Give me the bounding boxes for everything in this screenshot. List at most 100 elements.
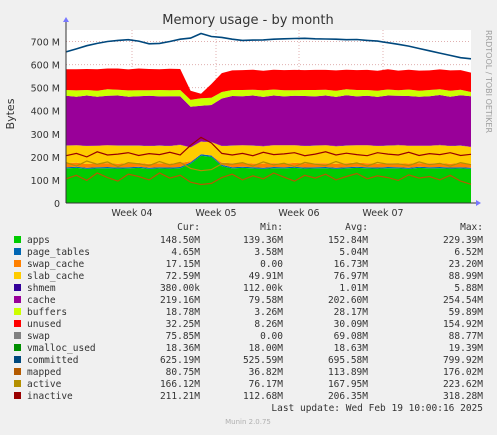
legend-swatch — [14, 368, 21, 375]
legend-label: active — [27, 379, 62, 390]
munin-version: Munin 2.0.75 — [225, 418, 271, 426]
legend-value: 148.50M — [160, 235, 200, 246]
y-tick-label: 700 M — [31, 38, 60, 49]
legend-value: 152.84M — [328, 235, 368, 246]
legend-label: mapped — [27, 367, 61, 378]
legend-value: 16.73M — [334, 259, 369, 270]
chart-title: Memory usage - by month — [162, 13, 333, 28]
y-axis-arrow — [63, 17, 69, 22]
legend-label: shmem — [27, 283, 56, 294]
legend-value: 4.65M — [171, 247, 200, 258]
munin-graph: Memory usage - by month RRDTOOL / TOBI O… — [0, 0, 497, 431]
y-tick-label: 200 M — [31, 153, 60, 164]
x-tick-label: Week 06 — [278, 208, 319, 219]
legend-swatch — [14, 320, 21, 327]
legend-value: 112.00k — [243, 283, 283, 294]
legend-label: apps — [27, 235, 50, 246]
y-axis-label: Bytes — [4, 98, 17, 129]
legend-label: swap — [27, 331, 50, 342]
legend-value: 3.26M — [254, 307, 283, 318]
legend-value: 79.58M — [249, 295, 284, 306]
legend-value: 32.25M — [166, 319, 201, 330]
legend-value: 88.99M — [449, 271, 484, 282]
legend-value: 88.77M — [449, 331, 484, 342]
legend-value: 211.21M — [160, 391, 200, 402]
legend-swatch — [14, 332, 21, 339]
legend-value: 139.36M — [243, 235, 283, 246]
legend-value: 112.68M — [243, 391, 283, 402]
legend-value: 223.62M — [443, 379, 483, 390]
legend-header: Avg: — [345, 222, 368, 233]
legend-swatch — [14, 272, 21, 279]
legend-label: committed — [27, 355, 78, 366]
legend-value: 23.20M — [449, 259, 484, 270]
legend-value: 19.39M — [449, 343, 484, 354]
legend-value: 625.19M — [160, 355, 200, 366]
y-tick-label: 500 M — [31, 84, 60, 95]
legend-label: swap_cache — [27, 259, 84, 270]
y-tick-label: 600 M — [31, 61, 60, 72]
legend-value: 18.78M — [166, 307, 201, 318]
legend-swatch — [14, 260, 21, 267]
legend-value: 202.60M — [328, 295, 368, 306]
legend-label: page_tables — [27, 247, 90, 258]
legend-value: 75.85M — [166, 331, 201, 342]
legend-value: 5.88M — [454, 283, 483, 294]
y-tick-label: 300 M — [31, 130, 60, 141]
legend-swatch — [14, 284, 21, 291]
legend-value: 0.00 — [260, 259, 283, 270]
legend-header: Min: — [260, 222, 283, 233]
legend-swatch — [14, 380, 21, 387]
rrdtool-credit: RRDTOOL / TOBI OETIKER — [484, 30, 493, 133]
legend-value: 8.26M — [254, 319, 283, 330]
y-tick-label: 400 M — [31, 107, 60, 118]
legend-value: 80.75M — [166, 367, 201, 378]
legend-value: 18.36M — [166, 343, 201, 354]
legend-value: 167.95M — [328, 379, 368, 390]
legend-value: 113.89M — [328, 367, 368, 378]
legend-value: 380.00k — [160, 283, 200, 294]
last-update: Last update: Wed Feb 19 10:00:16 2025 — [271, 403, 483, 414]
legend-value: 206.35M — [328, 391, 368, 402]
legend-label: buffers — [27, 307, 67, 318]
legend-value: 76.17M — [249, 379, 284, 390]
legend-value: 219.16M — [160, 295, 200, 306]
legend-value: 59.89M — [449, 307, 484, 318]
legend-swatch — [14, 356, 21, 363]
legend-value: 69.08M — [334, 331, 369, 342]
x-tick-label: Week 04 — [111, 208, 152, 219]
legend-swatch — [14, 392, 21, 399]
legend-value: 30.09M — [334, 319, 369, 330]
legend-value: 36.82M — [249, 367, 284, 378]
legend-swatch — [14, 308, 21, 315]
legend-value: 72.59M — [166, 271, 201, 282]
legend-label: vmalloc_used — [27, 343, 96, 354]
legend-value: 176.02M — [443, 367, 483, 378]
legend-value: 17.15M — [166, 259, 201, 270]
legend-value: 18.63M — [334, 343, 369, 354]
legend-header: Max: — [460, 222, 483, 233]
legend-value: 3.58M — [254, 247, 283, 258]
memory-usage-chart: Memory usage - by month RRDTOOL / TOBI O… — [4, 13, 493, 426]
x-axis-arrow — [476, 200, 481, 206]
legend-value: 154.92M — [443, 319, 483, 330]
area-cache — [66, 95, 471, 148]
legend-swatch — [14, 344, 21, 351]
legend-value: 229.39M — [443, 235, 483, 246]
legend-swatch — [14, 236, 21, 243]
legend-value: 254.54M — [443, 295, 483, 306]
legend-label: inactive — [27, 391, 73, 402]
x-tick-label: Week 07 — [362, 208, 403, 219]
legend-value: 166.12M — [160, 379, 200, 390]
legend-swatch — [14, 296, 21, 303]
legend-value: 18.00M — [249, 343, 284, 354]
legend-label: cache — [27, 295, 56, 306]
legend-value: 28.17M — [334, 307, 369, 318]
legend-swatch — [14, 248, 21, 255]
y-tick-label: 100 M — [31, 176, 60, 187]
legend-value: 695.58M — [328, 355, 368, 366]
y-tick-label: 0 — [54, 199, 60, 210]
legend-label: slab_cache — [27, 271, 84, 282]
legend-value: 799.92M — [443, 355, 483, 366]
legend-header: Cur: — [177, 222, 200, 233]
